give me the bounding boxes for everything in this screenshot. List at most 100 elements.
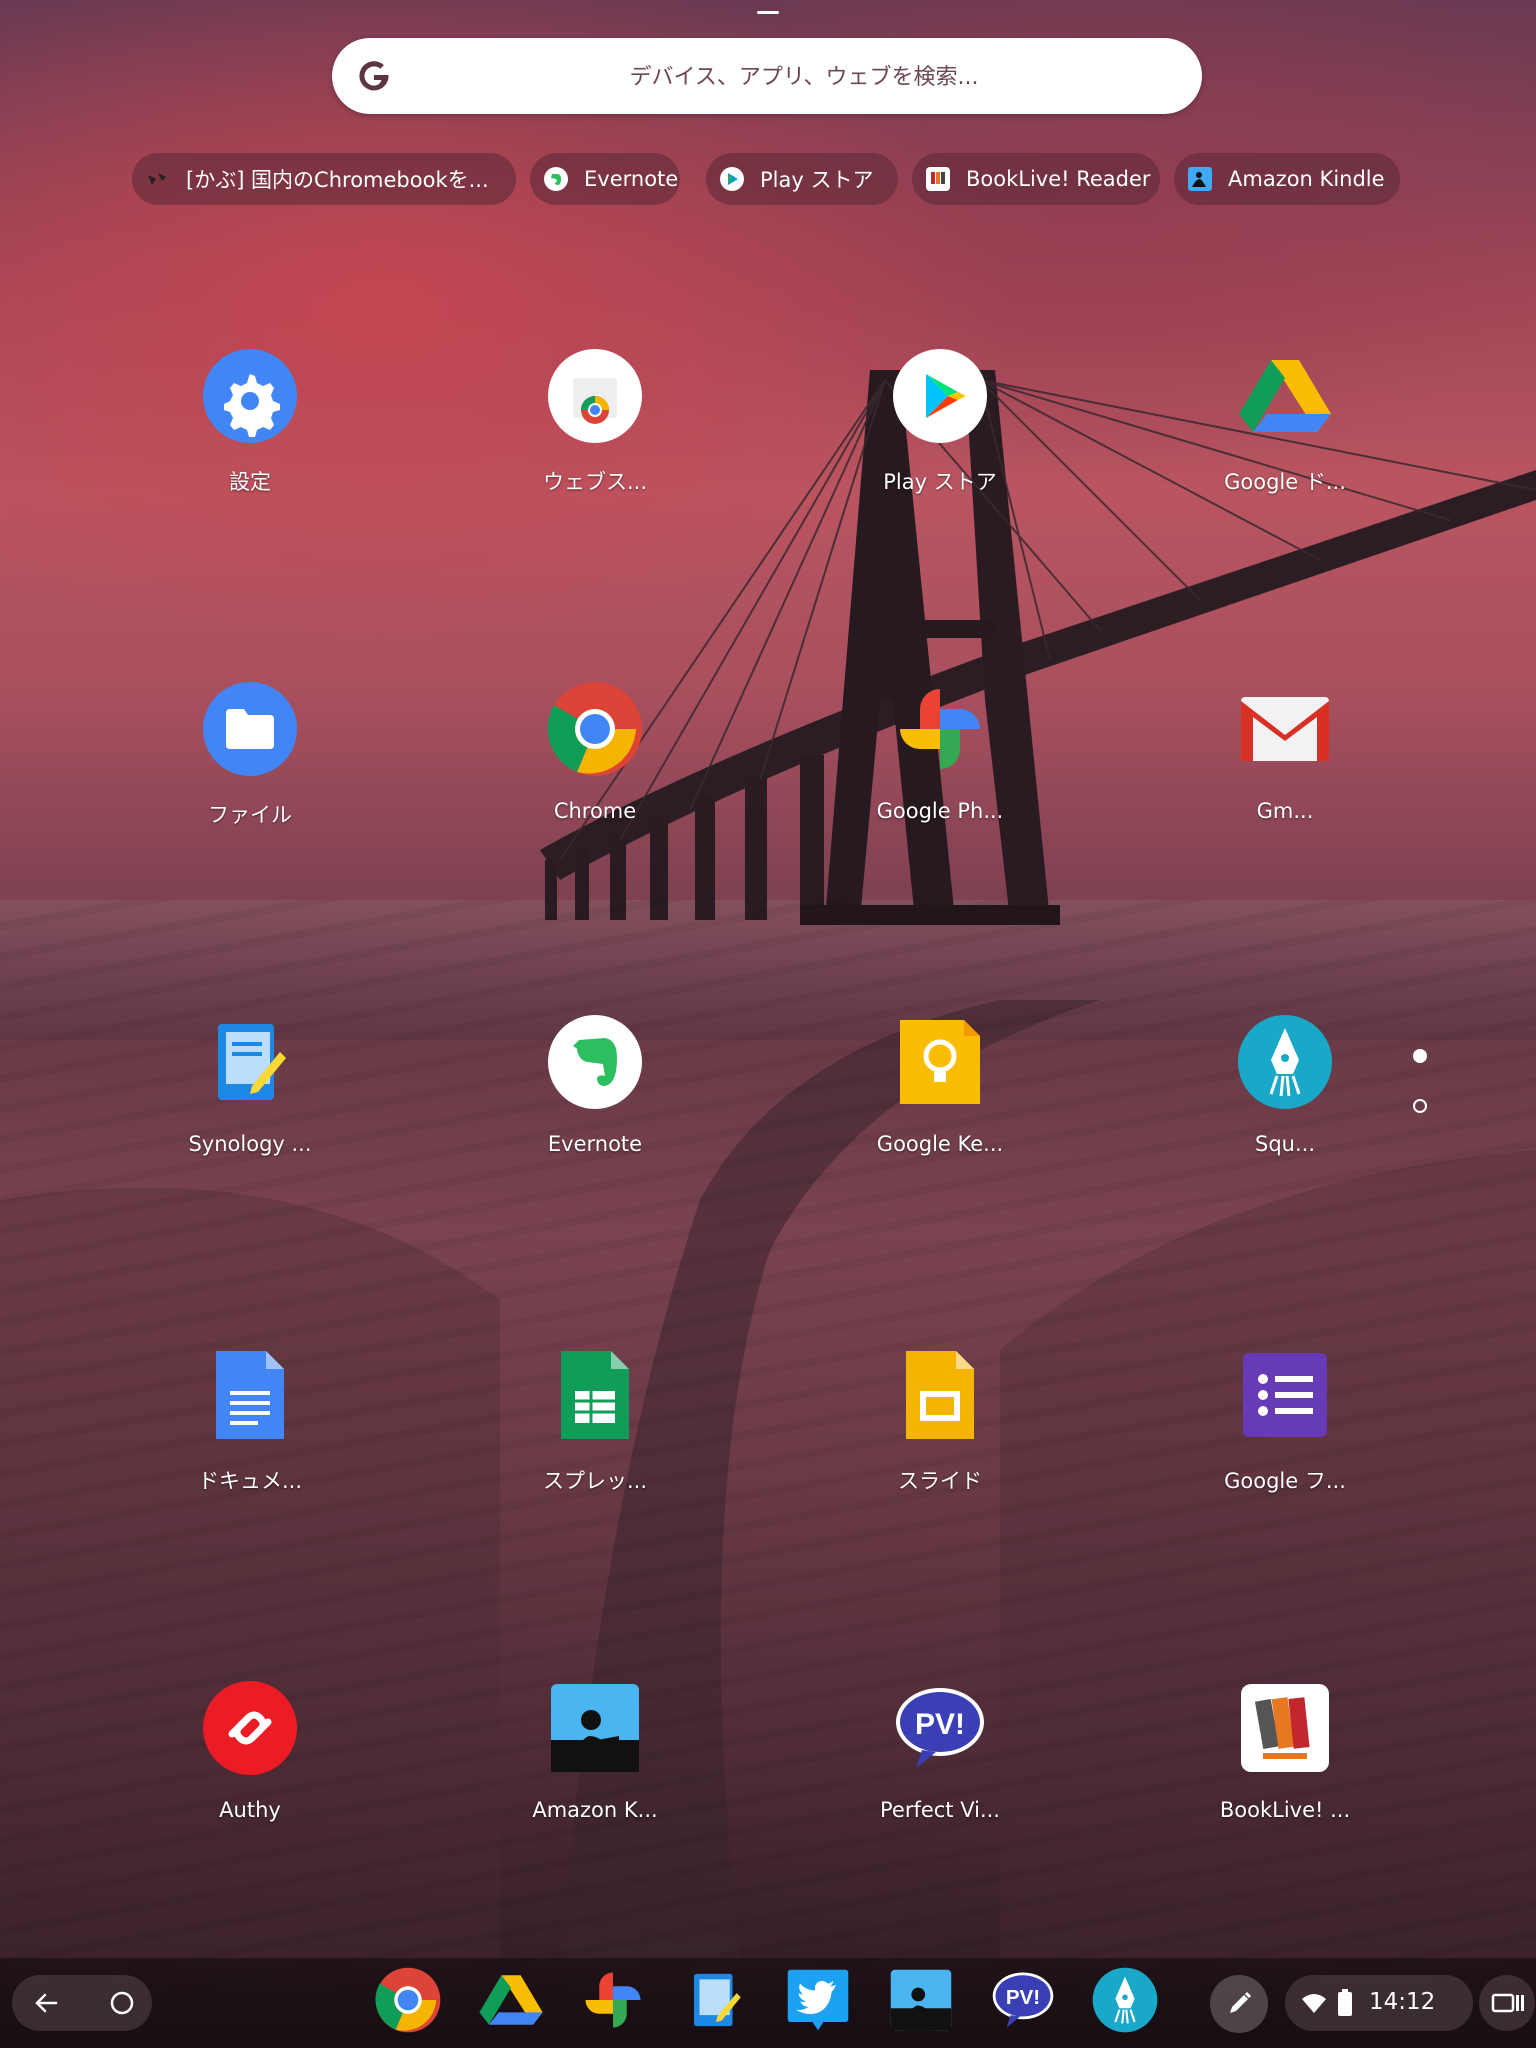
- app-google-forms[interactable]: Google フ...: [1185, 1347, 1385, 1517]
- google-sheets-icon: [561, 1351, 629, 1439]
- app-gmail[interactable]: Gm...: [1185, 681, 1385, 851]
- google-docs-icon: [216, 1351, 284, 1439]
- clock-time: 14:12: [1369, 1989, 1436, 2015]
- kindle-icon: [551, 1684, 639, 1772]
- authy-icon: [203, 1681, 297, 1775]
- chrome-icon: [547, 682, 642, 776]
- booklive-icon: [1241, 1684, 1329, 1772]
- app-google-slides[interactable]: スライド: [840, 1347, 1040, 1517]
- search-input[interactable]: [422, 38, 1186, 116]
- app-evernote[interactable]: Evernote: [495, 1014, 695, 1184]
- svg-text:PV!: PV!: [1006, 1986, 1040, 2009]
- suggestion-chip-evernote[interactable]: Evernote: [530, 153, 680, 205]
- app-google-sheets[interactable]: スプレッ...: [495, 1347, 695, 1517]
- google-photos-icon: [900, 689, 980, 769]
- synology-note-icon: [218, 1024, 286, 1100]
- svg-text:PV!: PV!: [915, 1708, 965, 1741]
- app-label: BookLive! ...: [1219, 1798, 1351, 1822]
- stylus-tools-button[interactable]: [1210, 1975, 1268, 2033]
- play-store-icon: [893, 349, 987, 443]
- play-store-icon: [720, 167, 744, 191]
- app-settings[interactable]: 設定: [150, 348, 350, 518]
- suggestion-label: Play ストア: [760, 168, 874, 192]
- chrome-icon[interactable]: [375, 1967, 441, 2033]
- launcher-search-box[interactable]: [332, 38, 1202, 116]
- overview-button[interactable]: [1479, 1975, 1535, 2031]
- app-files[interactable]: ファイル: [150, 681, 350, 851]
- app-squid[interactable]: Squ...: [1185, 1014, 1385, 1184]
- booklive-icon: [926, 167, 950, 191]
- kindle-icon[interactable]: [888, 1967, 954, 2033]
- suggestion-chip-booklive[interactable]: BookLive! Reader: [912, 153, 1160, 205]
- app-label: スライド: [898, 1469, 982, 1493]
- app-label: Evernote: [547, 1132, 643, 1156]
- suggestion-chip-play-store[interactable]: Play ストア: [706, 153, 898, 205]
- google-g-icon: [359, 61, 389, 91]
- web-page-icon: [148, 173, 166, 185]
- suggestion-chips: [かぶ] 国内のChromebookを... Evernote Play ストア…: [0, 153, 1536, 205]
- suggestion-label: Amazon Kindle: [1228, 167, 1385, 191]
- page-dot-current[interactable]: [1413, 1049, 1427, 1063]
- app-label: ドキュメ...: [197, 1469, 303, 1493]
- google-drive-icon[interactable]: [478, 1967, 544, 2033]
- app-label: Google Ke...: [876, 1132, 1004, 1156]
- home-circle-icon[interactable]: [102, 1983, 142, 2023]
- app-google-photos[interactable]: Google Ph...: [840, 681, 1040, 851]
- app-web-store[interactable]: ウェブス...: [495, 348, 695, 518]
- suggestion-chip-web[interactable]: [かぶ] 国内のChromebookを...: [132, 153, 516, 205]
- app-label: ファイル: [208, 803, 292, 827]
- app-label: Synology ...: [188, 1132, 312, 1156]
- app-label: スプレッ...: [542, 1469, 648, 1493]
- google-drive-icon: [1239, 360, 1331, 432]
- evernote-icon: [548, 1015, 642, 1109]
- app-label: Google Ph...: [876, 799, 1004, 823]
- suggestion-label: BookLive! Reader: [966, 167, 1151, 191]
- web-store-icon: [548, 349, 642, 443]
- status-tray[interactable]: 14:12: [1285, 1975, 1473, 2031]
- app-label: Google フ...: [1224, 1469, 1346, 1493]
- google-photos-icon[interactable]: [580, 1967, 646, 2033]
- app-booklive[interactable]: BookLive! ...: [1185, 1680, 1385, 1850]
- app-label: Google ド...: [1224, 470, 1346, 494]
- app-authy[interactable]: Authy: [150, 1680, 350, 1850]
- synology-note-icon[interactable]: [683, 1967, 749, 2033]
- app-amazon-kindle[interactable]: Amazon K...: [495, 1680, 695, 1850]
- app-label: Gm...: [1256, 799, 1314, 823]
- settings-icon: [203, 349, 297, 443]
- gmail-icon: [1241, 697, 1329, 761]
- twitter-icon[interactable]: [785, 1967, 851, 2033]
- app-label: Play ストア: [883, 470, 997, 494]
- suggestion-chip-kindle[interactable]: Amazon Kindle: [1174, 153, 1400, 205]
- google-keep-icon: [900, 1020, 980, 1104]
- app-label: Perfect Vi...: [879, 1798, 1000, 1822]
- app-google-docs[interactable]: ドキュメ...: [150, 1347, 350, 1517]
- google-forms-icon: [1243, 1353, 1327, 1437]
- launcher-drag-handle[interactable]: [757, 11, 779, 14]
- suggestion-label: Evernote: [584, 167, 679, 191]
- battery-icon: [1338, 1989, 1352, 2016]
- google-slides-icon: [906, 1351, 974, 1439]
- pen-icon: [1230, 1991, 1252, 2013]
- app-label: ウェブス...: [542, 470, 648, 494]
- app-perfect-viewer[interactable]: PV! Perfect Vi...: [840, 1680, 1040, 1850]
- app-label: Squ...: [1255, 1132, 1315, 1156]
- files-icon: [203, 682, 297, 776]
- suggestion-label: [かぶ] 国内のChromebookを...: [186, 168, 489, 192]
- squid-icon[interactable]: [1092, 1967, 1158, 2033]
- page-dot-2[interactable]: [1413, 1099, 1427, 1113]
- app-label: Chrome: [553, 799, 637, 823]
- back-arrow-icon[interactable]: [26, 1983, 66, 2023]
- perfect-viewer-icon[interactable]: PV!: [990, 1967, 1056, 2033]
- perfect-viewer-icon: PV!: [896, 1688, 984, 1768]
- app-synology-note[interactable]: Synology ...: [150, 1014, 350, 1184]
- overview-icon: [1491, 1993, 1524, 2013]
- wifi-icon: [1302, 1994, 1326, 2013]
- squid-icon: [1238, 1015, 1332, 1109]
- app-label: Authy: [219, 1798, 281, 1822]
- app-chrome[interactable]: Chrome: [495, 681, 695, 851]
- app-google-drive[interactable]: Google ド...: [1185, 348, 1385, 518]
- app-google-keep[interactable]: Google Ke...: [840, 1014, 1040, 1184]
- app-play-store[interactable]: Play ストア: [840, 348, 1040, 518]
- app-label: 設定: [229, 470, 271, 494]
- evernote-icon: [544, 167, 568, 191]
